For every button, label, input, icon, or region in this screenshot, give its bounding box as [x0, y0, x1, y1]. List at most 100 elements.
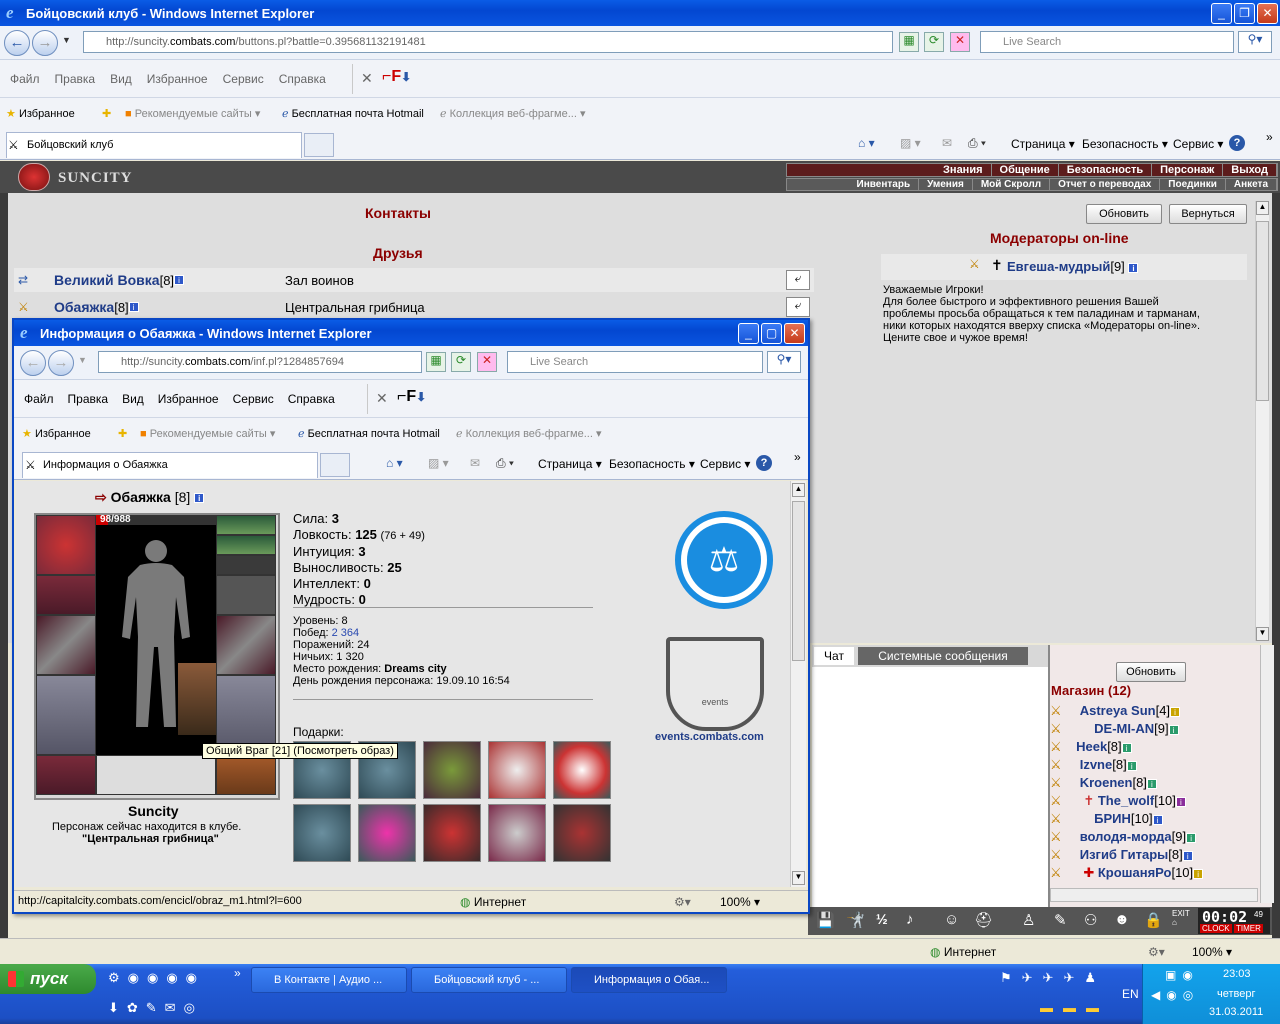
taskbar-task-fightclub[interactable]: Бойцовский клуб - ... — [411, 967, 567, 993]
forward-button[interactable]: → — [32, 30, 58, 56]
back-button[interactable]: ← — [4, 30, 30, 56]
room-hscrollbar[interactable] — [1050, 888, 1258, 902]
nav-character[interactable]: Персонаж — [1152, 164, 1224, 176]
search-icon[interactable]: ⚲▾ — [767, 351, 801, 373]
nav-inventory[interactable]: Инвентарь — [848, 179, 920, 190]
home-icon[interactable]: ⌂ ▾ — [386, 456, 403, 470]
new-tab-button[interactable] — [304, 133, 334, 157]
tab-chat[interactable]: Чат — [814, 647, 854, 665]
menu-edit[interactable]: Правка — [55, 72, 96, 86]
scroll-down-icon[interactable]: ▼ — [792, 871, 805, 885]
reply-icon[interactable]: ⤶ — [786, 270, 810, 290]
tools-menu[interactable]: Сервис ▾ — [1173, 137, 1223, 151]
popup-maximize-button[interactable]: ▢ — [761, 323, 782, 344]
menu-favorites[interactable]: Избранное — [147, 72, 208, 86]
taskbar-task-vkontakte[interactable]: В Контакте | Аудио ... — [251, 967, 407, 993]
fav-link-webslice[interactable]: ℯ Коллекция веб-фрагме... ▾ — [440, 107, 586, 120]
refresh-icon[interactable]: ⟳ — [451, 352, 471, 372]
scroll-down-icon[interactable]: ▼ — [1256, 627, 1269, 641]
tools-menu[interactable]: Сервис ▾ — [700, 457, 750, 471]
gift-item[interactable] — [293, 804, 351, 862]
smile-icon[interactable]: ☺ — [944, 911, 959, 928]
gloves-slot[interactable] — [216, 575, 276, 615]
main-search-input[interactable]: Live Search — [980, 31, 1234, 53]
compat-icon[interactable]: ▦ — [426, 352, 446, 372]
menu-file[interactable]: Файл — [24, 392, 54, 406]
stop-icon[interactable]: ✕ — [477, 352, 497, 372]
boots-slot[interactable] — [216, 755, 276, 795]
menu-favorites[interactable]: Избранное — [158, 392, 219, 406]
fav-link-suggested[interactable]: ■ Рекомендуемые сайты ▾ — [125, 107, 260, 120]
menu-view[interactable]: Вид — [122, 392, 144, 406]
fight-icon[interactable]: 🤺 — [846, 911, 865, 929]
menu-tools[interactable]: Сервис — [233, 392, 274, 406]
tray-icons[interactable]: ▣◉ — [1165, 968, 1199, 982]
popup-minimize-button[interactable]: _ — [738, 323, 759, 344]
menu-help[interactable]: Справка — [288, 392, 335, 406]
fav-link-hotmail[interactable]: ℯ Бесплатная почта Hotmail — [298, 427, 440, 440]
safety-menu[interactable]: Безопасность ▾ — [1082, 137, 1168, 151]
start-button[interactable]: пуск — [0, 964, 96, 994]
fav-link-suggested[interactable]: ■ Рекомендуемые сайты ▾ — [140, 427, 275, 440]
home-icon[interactable]: ⌂ ▾ — [858, 136, 875, 150]
gift-item[interactable] — [358, 804, 416, 862]
favorites-button[interactable]: ★ Избранное — [22, 427, 91, 440]
list-item[interactable]: ⚔ БРИН[10] i — [1050, 811, 1260, 829]
quicklaunch-icons-row2[interactable]: ⬇✿✎✉◎ — [108, 1000, 203, 1016]
friend-name[interactable]: Великий Вовка — [54, 272, 160, 288]
menu-view[interactable]: Вид — [110, 72, 132, 86]
feeds-icon[interactable]: ▨ ▾ — [428, 456, 449, 470]
menu-help[interactable]: Справка — [279, 72, 326, 86]
nav-exit[interactable]: Выход — [1223, 164, 1277, 176]
back-game-button[interactable]: Вернуться — [1169, 204, 1247, 224]
helmet-icon[interactable]: ⛑ — [974, 911, 993, 929]
info-icon[interactable]: i — [128, 302, 139, 312]
list-item[interactable]: ⚔ ✚ КрошаняРо[10] i — [1050, 865, 1260, 883]
maximize-button[interactable]: ❐ — [1234, 3, 1255, 24]
help-icon[interactable]: ? — [756, 455, 772, 471]
language-indicator[interactable]: EN — [1122, 987, 1139, 1001]
bracers-slot[interactable] — [36, 575, 96, 615]
friend-name[interactable]: Обаяжка — [54, 299, 114, 315]
nav-transfers-report[interactable]: Отчет о переводах — [1050, 179, 1161, 190]
nav-skills[interactable]: Умения — [919, 179, 973, 190]
addon-logo-icon[interactable]: ⌐F⬇ — [382, 68, 411, 86]
popup-search-input[interactable]: Live Search — [507, 351, 763, 373]
tab-fight-club[interactable]: Бойцовский клуб — [6, 132, 302, 158]
protected-mode-icon[interactable]: ⚙▾ — [674, 895, 691, 909]
main-address-bar[interactable]: http://suncity.combats.com/buttons.pl?ba… — [83, 31, 893, 53]
list-item[interactable]: ⚔ DE-MI-AN[9] i — [1050, 721, 1260, 739]
clock-time[interactable]: 23:03 — [1223, 968, 1251, 980]
list-item[interactable]: ⚔ Heek[8] i — [1050, 739, 1260, 757]
character-avatar[interactable]: 98/988 — [96, 514, 216, 755]
list-item[interactable]: ⚔ Izvne[8] i — [1050, 757, 1260, 775]
exit-icon[interactable]: EXIT ⌂ — [1172, 909, 1190, 927]
nav-knowledge[interactable]: Знания — [935, 164, 992, 176]
page-menu[interactable]: Страница ▾ — [538, 457, 602, 471]
lock-icon[interactable]: 🔒 — [1144, 911, 1163, 929]
zoom-level[interactable]: 100% ▾ — [1192, 945, 1232, 959]
close-button[interactable]: ✕ — [1257, 3, 1278, 24]
popup-forward-button[interactable]: → — [48, 350, 74, 376]
tab-char-info[interactable]: Информация о Обаяжка — [22, 452, 318, 478]
favorites-button[interactable]: ★ Избранное — [6, 107, 75, 120]
weapon-right-slot[interactable] — [216, 615, 276, 675]
list-item[interactable]: ⚔ ✝ The_wolf[10] i — [1050, 793, 1260, 811]
minimize-button[interactable]: _ — [1211, 3, 1232, 24]
print-icon[interactable]: ⎙ ▾ — [968, 136, 986, 151]
belt-slot[interactable] — [36, 755, 96, 795]
taskbar-task-charinfo[interactable]: Информация о Обая... — [571, 967, 727, 993]
popup-close-button[interactable]: ✕ — [784, 323, 805, 344]
print-icon[interactable]: ⎙ ▾ — [496, 456, 514, 471]
sound-icon[interactable]: ♪ — [906, 911, 914, 928]
chat-area[interactable]: Чат Системные сообщения — [812, 645, 1048, 907]
ring-slot[interactable] — [216, 535, 276, 555]
scroll-icon[interactable]: ✎ — [1054, 911, 1067, 929]
history-dropdown-icon[interactable]: ▼ — [78, 355, 87, 365]
list-item[interactable]: ⚔ володя-морда[9] i — [1050, 829, 1260, 847]
fav-link-hotmail[interactable]: ℯ Бесплатная почта Hotmail — [282, 107, 424, 120]
addon-logo-icon[interactable]: ⌐F⬇ — [397, 388, 426, 406]
group-icon[interactable]: ⚇ — [1084, 911, 1097, 929]
scroll-up-icon[interactable]: ▲ — [1256, 201, 1269, 215]
close-toolbar-icon[interactable]: ✕ — [361, 70, 373, 87]
